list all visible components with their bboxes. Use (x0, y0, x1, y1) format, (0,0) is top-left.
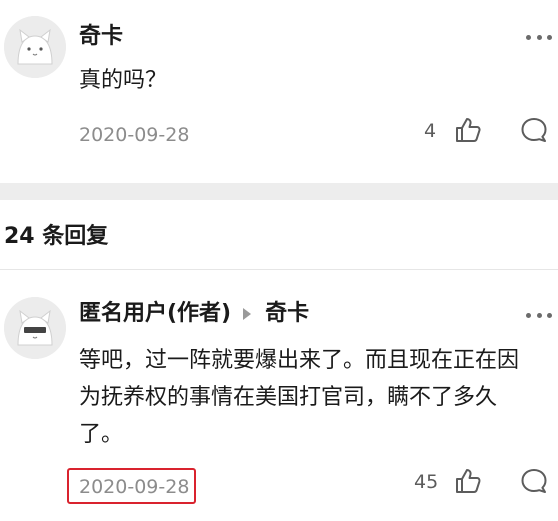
section-divider (0, 183, 558, 200)
comment-bubble-icon[interactable] (520, 116, 548, 144)
avatar-cat-icon (4, 16, 66, 78)
like-count: 4 (424, 120, 437, 142)
more-dots-icon[interactable] (526, 33, 552, 41)
reply-author-line: 匿名用户(作者) 奇卡 (79, 301, 309, 327)
reply-item: 匿名用户(作者) 奇卡 等吧，过一阵就要爆出来了。而且现在正在因为抚养权的事情在… (0, 270, 558, 521)
comment-date: 2020-09-28 (79, 124, 190, 146)
comment-bubble-icon[interactable] (520, 467, 548, 495)
like-count: 45 (414, 471, 439, 493)
avatar[interactable] (4, 297, 66, 359)
thumbs-up-icon[interactable] (454, 116, 482, 144)
more-dots-icon[interactable] (526, 311, 552, 319)
comment-item: 奇卡 真的吗？ 2020-09-28 4 (0, 0, 558, 183)
comment-author[interactable]: 匿名用户(作者) (79, 301, 231, 327)
reply-count-label: 24 条回复 (4, 224, 109, 249)
thumbs-up-icon[interactable] (454, 467, 482, 495)
comment-date: 2020-09-28 (79, 476, 190, 498)
avatar-cat-icon (4, 297, 66, 359)
avatar[interactable] (4, 16, 66, 78)
reply-target-user[interactable]: 奇卡 (265, 301, 309, 327)
reply-arrow-icon (243, 308, 252, 320)
comment-author[interactable]: 奇卡 (79, 24, 123, 50)
comment-text: 真的吗？ (79, 68, 168, 93)
comment-text: 等吧，过一阵就要爆出来了。而且现在正在因为抚养权的事情在美国打官司，瞒不了多久了… (79, 348, 520, 447)
